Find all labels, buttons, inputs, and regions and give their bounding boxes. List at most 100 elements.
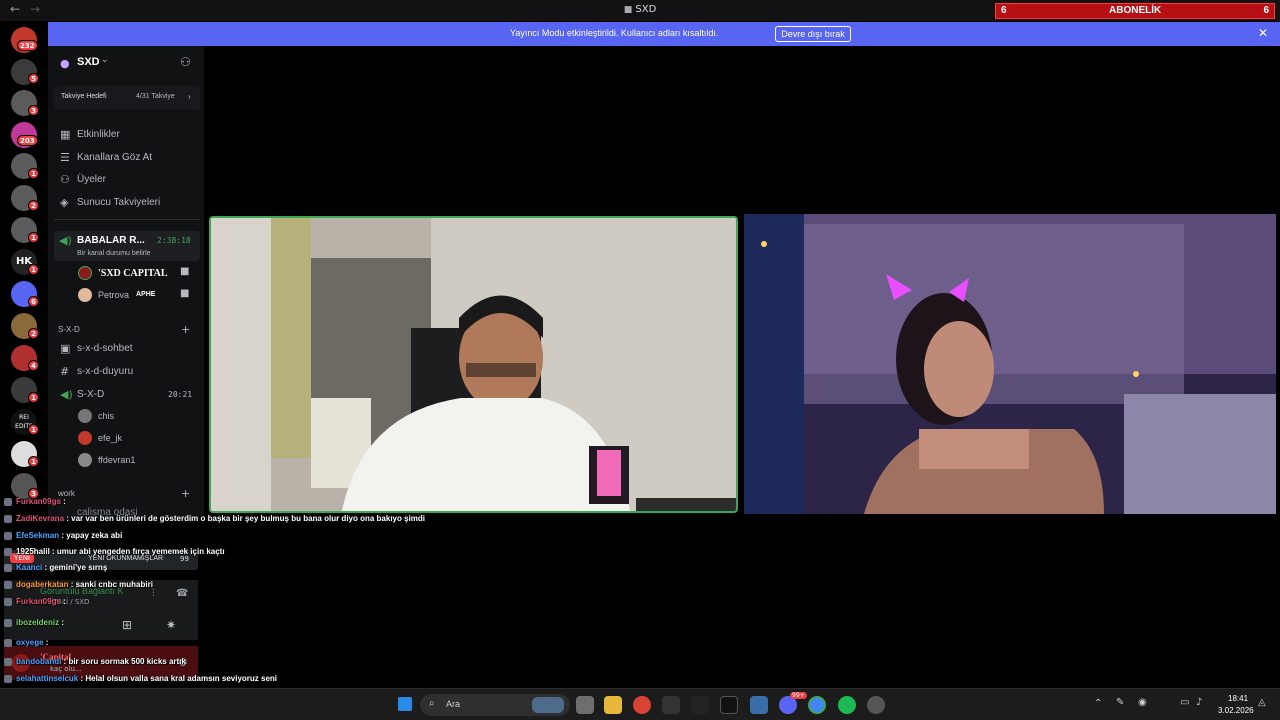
menu-server-boosts[interactable]: Sunucu Takviyeleri: [77, 197, 160, 208]
chat-message: oxyege :: [4, 638, 48, 647]
chevron-up-icon[interactable]: ⌃: [1094, 698, 1102, 709]
boost-goal-label: Takviye Hedefi: [61, 93, 107, 100]
chat-username: ibozeldeniz: [16, 618, 60, 627]
user-badge-icon: [4, 564, 12, 572]
badge: 2: [28, 200, 39, 211]
sub-count-right: 6: [1263, 5, 1269, 16]
active-voice-channel[interactable]: ◀) BABALAR R... 2:38:18 Bir kanal durumu…: [54, 231, 200, 261]
windows-taskbar: ⌕ Ara 99+ ⌃ ✎ ◉ ▭ ♪ 18:41 3.02.2026 ◬: [0, 688, 1280, 720]
chat-message: ZadiKevrana : var var ben ürünleri de gö…: [4, 514, 425, 523]
chat-text: : bir soru sormak 500 kicks artık: [61, 657, 186, 666]
chat-text: : Helal olsun valla sana kral adamsın se…: [78, 674, 278, 683]
task-view-icon[interactable]: [576, 696, 594, 714]
spotify-icon[interactable]: [838, 696, 856, 714]
chat-text: :: [43, 638, 49, 647]
chat-username: selahattinselcuk: [16, 674, 79, 683]
voice-member-name[interactable]: 'SXD CAPITAL: [98, 268, 168, 279]
menu-members[interactable]: Üyeler: [77, 174, 106, 185]
chat-message: selahattinselcuk : Helal olsun valla san…: [4, 674, 277, 683]
boost-goal-card[interactable]: Takviye Hedefi 4/31 Takviye ›: [54, 86, 200, 110]
chat-username: Kaanci: [16, 563, 43, 572]
chat-text: :: [60, 497, 66, 506]
notification-badge: 99+: [790, 692, 807, 699]
members-icon: ⚇: [60, 173, 70, 186]
app-icon-3[interactable]: [720, 696, 738, 714]
streamer-mode-banner: Yayıncı Modu etkinleştirildi. Kullanıcı …: [48, 22, 1280, 46]
menu-events[interactable]: Etkinlikler: [77, 129, 120, 140]
chat-username: Furkan09gs: [16, 497, 61, 506]
chat-text: : yapay zeka abi: [59, 531, 123, 540]
voice-member-name[interactable]: chis: [98, 411, 114, 421]
add-user-icon[interactable]: ⚇: [180, 55, 191, 69]
chat-message: 1925halil : umur abi yengeden fırça yeme…: [4, 547, 225, 556]
chrome-icon[interactable]: [633, 696, 651, 714]
voice-member-name[interactable]: ffdevran1: [98, 455, 135, 465]
speaker-icon: ◀): [59, 234, 72, 247]
chevron-down-icon[interactable]: ⌄: [101, 55, 109, 65]
chat-text: :: [59, 618, 65, 627]
clock-date[interactable]: 3.02.2026: [1218, 706, 1254, 715]
video-tile-guest[interactable]: [744, 214, 1276, 514]
search-highlight-icon: [532, 697, 564, 713]
camera-icon: ■: [180, 266, 190, 277]
channel-item[interactable]: S-X-D: [77, 389, 104, 400]
taskbar-search[interactable]: ⌕ Ara: [420, 694, 570, 716]
chat-username: 1925halil: [16, 547, 50, 556]
server-name[interactable]: SXD: [77, 56, 100, 68]
chat-text: : umur abi yengeden fırça yememek için k…: [49, 547, 225, 556]
server-rail: 232 5 3 203 1 2 1 HK 1 6 2 4 1 REI EDITS…: [0, 21, 48, 520]
chrome-taskbar-icon[interactable]: [808, 696, 826, 714]
badge: 5: [28, 73, 39, 84]
chat-message: ibozeldeniz :: [4, 618, 64, 627]
user-badge-icon: [4, 548, 12, 556]
server-icon: ■: [623, 5, 633, 15]
network-icon[interactable]: ▭: [1180, 697, 1189, 708]
search-label: Ara: [446, 699, 461, 709]
app-icon-4[interactable]: [750, 696, 768, 714]
chat-overlay: Furkan09gs : ZadiKevrana : var var ben ür…: [0, 494, 520, 720]
windows-start-icon[interactable]: [398, 697, 412, 711]
channel-item[interactable]: s-x-d-duyuru: [77, 366, 133, 377]
notification-bell-icon[interactable]: ◬: [1258, 697, 1266, 708]
tray-icon[interactable]: ✎: [1116, 697, 1124, 708]
channel-status[interactable]: Bir kanal durumu belirle: [77, 250, 151, 257]
chat-username: dogaberkatan: [16, 580, 69, 589]
badge: 232: [17, 40, 38, 51]
user-badge-icon: [4, 581, 12, 589]
file-explorer-icon[interactable]: [604, 696, 622, 714]
boost-count: 4/31 Takviye: [136, 93, 175, 100]
speaker-icon: ◀): [60, 388, 73, 401]
badge: 203: [17, 135, 38, 146]
boost-icon: ◈: [60, 196, 69, 209]
badge: 6: [28, 296, 39, 307]
menu-browse-channels[interactable]: Kanallara Göz At: [77, 152, 152, 163]
webcam-frame: [211, 218, 736, 511]
chevron-right-icon: ›: [188, 92, 191, 101]
category-header[interactable]: S-X-D: [58, 325, 80, 334]
app-icon[interactable]: [662, 696, 680, 714]
app-icon-5[interactable]: [867, 696, 885, 714]
avatar: [78, 266, 92, 280]
voice-member-name[interactable]: efe_jk: [98, 433, 122, 443]
voice-member-name[interactable]: Petrova: [98, 290, 129, 300]
add-channel-icon[interactable]: +: [181, 323, 190, 336]
server-icon: ●: [60, 57, 70, 70]
avatar: [78, 431, 92, 445]
app-icon-2[interactable]: [691, 696, 709, 714]
badge: 1: [28, 168, 39, 179]
chat-message: EfeSekman : yapay zeka abi: [4, 531, 122, 540]
badge: 3: [28, 105, 39, 116]
chat-message: bandobandi : bir soru sormak 500 kicks a…: [4, 657, 186, 666]
channel-item[interactable]: s-x-d-sohbet: [77, 343, 133, 354]
disable-streamer-mode-button[interactable]: Devre dışı bırak: [775, 26, 851, 42]
volume-icon[interactable]: ♪: [1196, 697, 1202, 708]
clock-time[interactable]: 18:41: [1228, 694, 1248, 703]
video-tile-streamer[interactable]: [209, 216, 738, 513]
divider: [54, 219, 200, 220]
chat-message: dogaberkatan : sanki cnbc muhabiri: [4, 580, 153, 589]
channel-sidebar: ● SXD ⌄ ⚇ Takviye Hedefi 4/31 Takviye › …: [48, 46, 204, 520]
tray-icon-2[interactable]: ◉: [1138, 697, 1147, 708]
avatar: [78, 453, 92, 467]
user-badge-icon: [4, 675, 12, 683]
close-icon[interactable]: ✕: [1258, 26, 1268, 40]
